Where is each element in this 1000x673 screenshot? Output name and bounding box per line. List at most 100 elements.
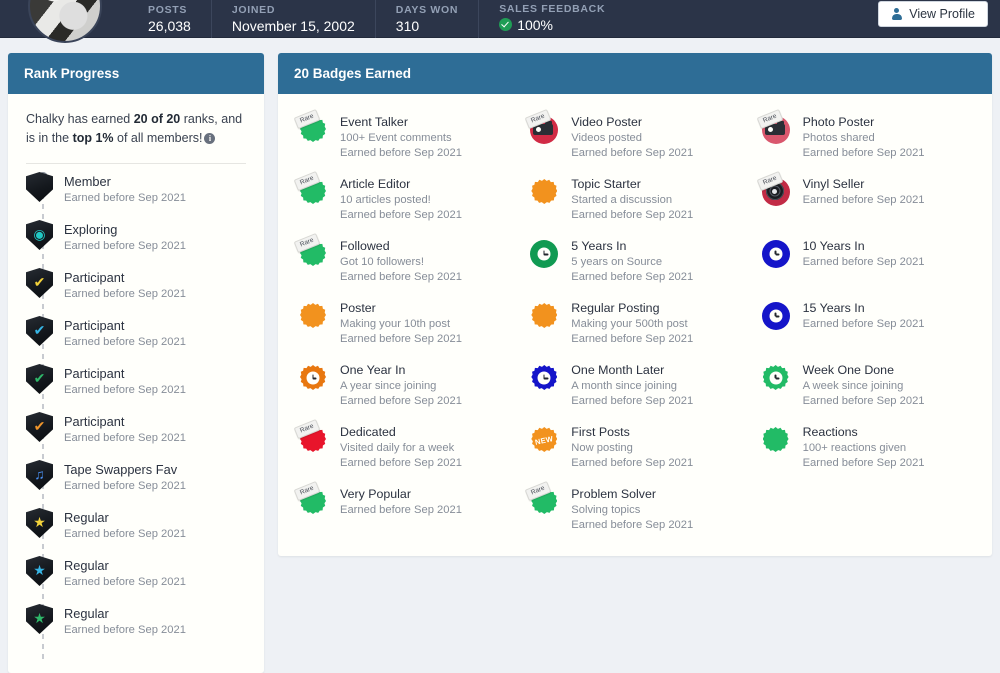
badge-earned-date: Earned before Sep 2021 [340, 395, 462, 407]
badge-name: 5 Years In [571, 239, 627, 253]
badge-item[interactable]: Rare Problem Solver Solving topics Earned b… [519, 478, 750, 540]
rank-text: Tape Swappers Fav Earned before Sep 2021 [64, 460, 186, 494]
rank-earned-date: Earned before Sep 2021 [64, 576, 186, 588]
badge-text: Week One Done A week since joining Earned … [803, 361, 925, 409]
rank-progress-title: Rank Progress [8, 53, 264, 94]
badge-newburst-icon: NEW [529, 425, 559, 455]
badge-item[interactable]: 5 Years In 5 years on Source Earned before… [519, 230, 750, 292]
badge-earned-date: Earned before Sep 2021 [571, 147, 694, 159]
badge-item[interactable]: Rare Followed Got 10 followers! Earned befo… [288, 230, 519, 292]
badge-item[interactable]: Poster Making your 10th post Earned before… [288, 292, 519, 354]
badge-starburst-icon: Rare [293, 418, 328, 455]
rank-name: Participant [64, 318, 125, 333]
badge-earned-date: Earned before Sep 2021 [571, 333, 694, 345]
badge-description: A year since joining [340, 380, 437, 392]
badge-item[interactable]: Rare Dedicated Visited daily for a week Ear… [288, 416, 519, 478]
clock-icon [769, 309, 783, 323]
badge-item[interactable]: NEW First Posts Now posting Earned before S… [519, 416, 750, 478]
badges-panel: 20 Badges Earned Rare Event Talker 100+ Ev… [278, 53, 992, 556]
shield-icon: ◉ [26, 220, 53, 250]
badge-item[interactable]: Reactions 100+ reactions given Earned befo… [751, 416, 982, 478]
badge-name: Problem Solver [571, 487, 656, 501]
view-profile-button[interactable]: View Profile [878, 1, 988, 27]
rank-text: Regular Earned before Sep 2021 [64, 604, 186, 638]
rank-item[interactable]: ♫ Tape Swappers Fav Earned before Sep 2021 [26, 460, 246, 508]
badge-starburst-icon: Rare [524, 480, 559, 517]
badge-item[interactable]: Rare Article Editor 10 articles posted! Ear… [288, 168, 519, 230]
rank-item[interactable]: ★ Regular Earned before Sep 2021 [26, 604, 246, 652]
rank-item[interactable]: ★ Regular Earned before Sep 2021 [26, 556, 246, 604]
badge-item[interactable]: Rare Photo Poster Photos shared Earned befo… [751, 106, 982, 168]
avatar [28, 0, 102, 43]
rank-text: Participant Earned before Sep 2021 [64, 316, 186, 350]
rank-name: Regular [64, 558, 109, 573]
badge-starburst-icon [761, 425, 791, 455]
stat-label: DAYS WON [395, 3, 459, 16]
badge-item[interactable]: One Month Later A month since joining Earn… [519, 354, 750, 416]
badge-item[interactable]: Rare Vinyl Seller Earned before Sep 2021 [751, 168, 982, 230]
starburst-shape [531, 303, 558, 328]
summary-pre: Chalky has earned [26, 112, 134, 126]
shield-icon: ♫ [26, 460, 53, 490]
rank-item[interactable]: ✔ Participant Earned before Sep 2021 [26, 364, 246, 412]
badge-item[interactable]: Week One Done A week since joining Earned … [751, 354, 982, 416]
badge-item[interactable]: Topic Starter Started a discussion Earned … [519, 168, 750, 230]
rank-item[interactable]: ◉ Exploring Earned before Sep 2021 [26, 220, 246, 268]
rank-earned-date: Earned before Sep 2021 [64, 288, 186, 300]
badge-starburst-icon: Rare [293, 480, 328, 517]
stat-joined: JOINED November 15, 2002 [212, 0, 376, 38]
badge-starburst-icon: Rare [293, 170, 328, 207]
view-profile-label: View Profile [909, 7, 975, 21]
badge-name: Poster [340, 301, 376, 315]
badge-description: Making your 10th post [340, 318, 451, 330]
clock-icon [537, 247, 551, 261]
badge-description: Got 10 followers! [340, 256, 424, 268]
badge-description: Now posting [571, 442, 633, 454]
shield-glyph: ★ [33, 561, 46, 578]
rank-progress-panel: Rank Progress Chalky has earned 20 of 20… [8, 53, 264, 673]
stats-group: POSTS 26,038 JOINED November 15, 2002 DAYS W… [128, 0, 625, 38]
rank-name: Member [64, 174, 111, 189]
rank-item[interactable]: ✔ Participant Earned before Sep 2021 [26, 412, 246, 460]
badge-starburst-icon [529, 301, 559, 331]
rank-name: Regular [64, 510, 109, 525]
rank-item[interactable]: ✔ Participant Earned before Sep 2021 [26, 268, 246, 316]
stat-value: November 15, 2002 [231, 17, 355, 34]
stat-posts: POSTS 26,038 [128, 0, 212, 38]
rank-earned-date: Earned before Sep 2021 [64, 432, 186, 444]
rank-list: Member Earned before Sep 2021 ◉ Exploring Ea… [26, 172, 246, 662]
rank-text: Participant Earned before Sep 2021 [64, 268, 186, 302]
badge-text: Followed Got 10 followers! Earned before S… [340, 237, 462, 285]
badge-item[interactable]: 10 Years In Earned before Sep 2021 [751, 230, 982, 292]
badge-starburst-icon: Rare [293, 108, 328, 145]
badge-item[interactable]: 15 Years In Earned before Sep 2021 [751, 292, 982, 354]
badges-grid: Rare Event Talker 100+ Event comments Earne… [278, 94, 992, 556]
starburst-shape [300, 303, 326, 328]
badge-text: Vinyl Seller Earned before Sep 2021 [803, 175, 925, 208]
badge-text: 15 Years In Earned before Sep 2021 [803, 299, 925, 332]
badge-item[interactable]: One Year In A year since joining Earned be… [288, 354, 519, 416]
badge-clockburst-icon [761, 363, 791, 393]
badge-name: Photo Poster [802, 115, 875, 129]
feedback-wrap: 100% [499, 16, 553, 34]
rank-item[interactable]: ✔ Participant Earned before Sep 2021 [26, 316, 246, 364]
badges-title: 20 Badges Earned [278, 53, 992, 94]
badge-text: 5 Years In 5 years on Source Earned before… [571, 237, 693, 285]
shield-icon: ✔ [26, 268, 53, 298]
rank-item[interactable]: ★ Regular Earned before Sep 2021 [26, 508, 246, 556]
info-icon[interactable]: i [204, 133, 216, 144]
badge-item[interactable]: Rare Event Talker 100+ Event comments Earne… [288, 106, 519, 168]
rank-item[interactable]: Member Earned before Sep 2021 [26, 172, 246, 220]
badge-item[interactable]: Rare Video Poster Videos posted Earned befo… [519, 106, 750, 168]
badge-text: Dedicated Visited daily for a week Earned … [340, 423, 462, 471]
badge-earned-date: Earned before Sep 2021 [802, 194, 925, 206]
new-label: NEW [534, 433, 555, 447]
badge-earned-date: Earned before Sep 2021 [802, 256, 925, 268]
stat-value: 310 [395, 17, 420, 34]
stat-sales-feedback: SALES FEEDBACK 100% [479, 0, 625, 38]
badge-item[interactable]: Rare Very Popular Earned before Sep 2021 [288, 478, 519, 540]
badge-description: 100+ reactions given [802, 442, 907, 454]
badge-item[interactable]: Regular Posting Making your 500th post Ear… [519, 292, 750, 354]
badge-name: First Posts [571, 425, 630, 439]
clock-icon [769, 247, 783, 261]
